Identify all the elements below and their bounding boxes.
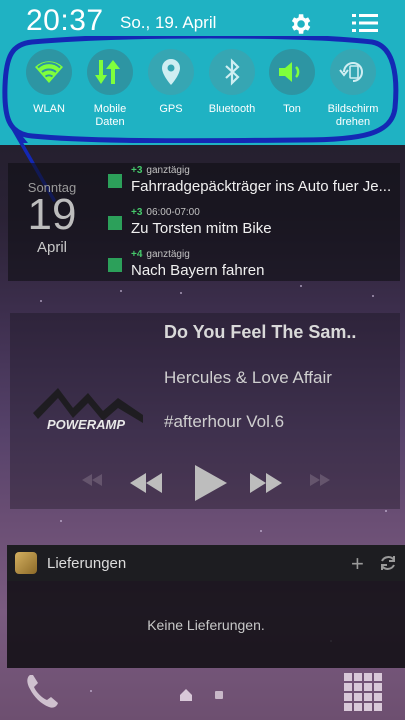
event-title: Nach Bayern fahren bbox=[131, 262, 265, 279]
music-player-widget[interactable]: POWERAMP Do You Feel The Sam.. Hercules … bbox=[10, 313, 400, 509]
event-title: Fahrradgepäckträger ins Auto fuer Je... bbox=[131, 178, 392, 195]
calendar-widget[interactable]: Sonntag 19 April +3 ganztägig Fahrradgepä… bbox=[8, 163, 400, 281]
home-indicator-icon[interactable] bbox=[180, 689, 192, 701]
deliveries-title: Lieferungen bbox=[47, 555, 127, 572]
play-icon[interactable] bbox=[193, 463, 229, 503]
event-meta: +3 06:00-07:00 bbox=[131, 207, 200, 218]
next-icon[interactable] bbox=[248, 471, 284, 495]
event-meta: +3 ganztägig bbox=[131, 165, 190, 176]
add-icon[interactable]: + bbox=[351, 551, 364, 577]
gear-icon[interactable] bbox=[287, 11, 313, 37]
seek-forward-icon[interactable] bbox=[308, 473, 332, 487]
event-meta: +4 ganztägig bbox=[131, 249, 190, 260]
event-color-square bbox=[108, 216, 122, 230]
calendar-event[interactable]: +4 ganztägig Nach Bayern fahren bbox=[106, 247, 405, 287]
package-icon bbox=[15, 552, 37, 574]
calendar-month: April bbox=[36, 239, 67, 256]
list-menu-icon[interactable] bbox=[352, 12, 378, 34]
event-color-square bbox=[108, 258, 122, 272]
empty-state-text: Keine Lieferungen. bbox=[147, 617, 265, 633]
seek-back-icon[interactable] bbox=[80, 473, 104, 487]
refresh-icon[interactable] bbox=[379, 554, 397, 572]
svg-text:POWERAMP: POWERAMP bbox=[47, 417, 125, 432]
artist-name: Hercules & Love Affair bbox=[164, 368, 332, 387]
calendar-event[interactable]: +3 ganztägig Fahrradgepäckträger ins Auto… bbox=[106, 163, 405, 203]
previous-icon[interactable] bbox=[128, 471, 164, 495]
event-title: Zu Torsten mitm Bike bbox=[131, 220, 272, 237]
album-name: #afterhour Vol.6 bbox=[164, 412, 285, 431]
date-label[interactable]: So., 19. April bbox=[120, 13, 216, 33]
calendar-day: 19 bbox=[27, 190, 77, 239]
page-indicator-dot bbox=[215, 691, 223, 699]
calendar-event[interactable]: +3 06:00-07:00 Zu Torsten mitm Bike bbox=[106, 205, 405, 245]
calendar-date: Sonntag 19 April bbox=[8, 163, 96, 281]
deliveries-header: Lieferungen + bbox=[7, 545, 405, 581]
event-color-square bbox=[108, 174, 122, 188]
clock: 20:37 bbox=[26, 4, 104, 37]
app-drawer-icon[interactable] bbox=[343, 672, 383, 712]
song-title: Do You Feel The Sam.. bbox=[164, 322, 357, 342]
poweramp-logo: POWERAMP bbox=[33, 388, 143, 432]
deliveries-widget[interactable]: Lieferungen + Keine Lieferungen. bbox=[7, 545, 405, 668]
phone-icon[interactable] bbox=[24, 672, 60, 710]
